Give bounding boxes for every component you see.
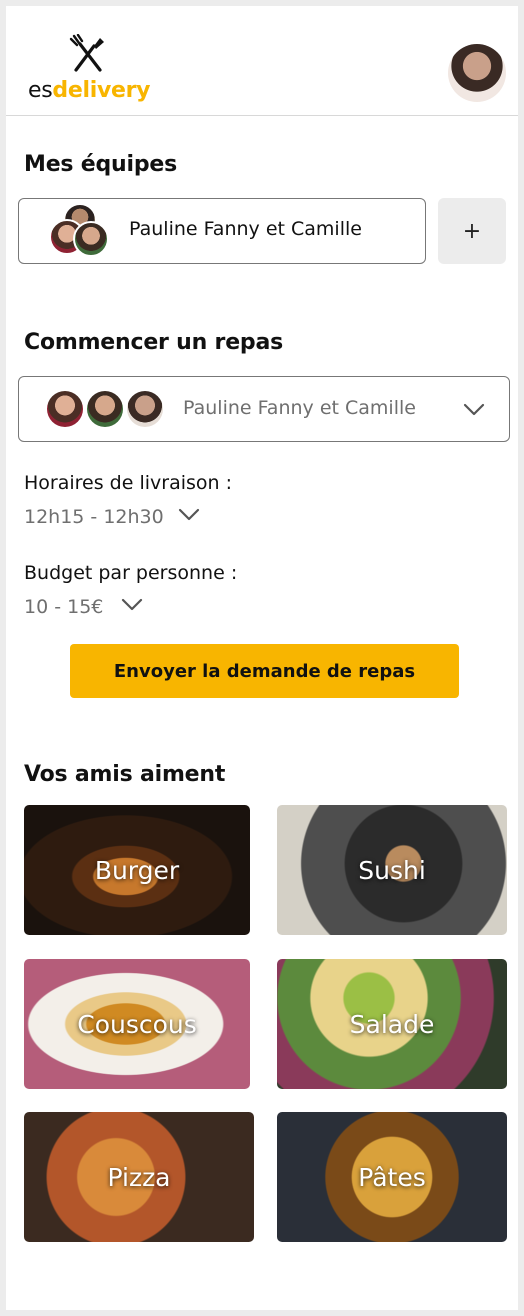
budget-label: Budget par personne : <box>24 562 238 584</box>
logo-wordmark: esdelivery <box>28 78 151 103</box>
fork-knife-icon <box>68 33 108 74</box>
cuisine-label: Couscous <box>77 1009 197 1039</box>
cuisine-label: Burger <box>94 855 180 885</box>
avatar <box>47 391 83 427</box>
chevron-down-icon[interactable] <box>121 598 143 612</box>
team-card[interactable]: Pauline Fanny et Camille <box>18 198 426 264</box>
budget-value[interactable]: 10 - 15€ <box>24 596 103 618</box>
team-avatars <box>49 203 113 259</box>
app-screen: esdelivery Mes équipes Pauline Fanny et … <box>6 6 518 1310</box>
chevron-down-icon <box>463 403 485 417</box>
avatar <box>73 221 109 257</box>
cuisine-card-couscous[interactable]: Couscous <box>24 959 250 1089</box>
delivery-time-value[interactable]: 12h15 - 12h30 <box>24 506 164 528</box>
avatar <box>127 391 163 427</box>
delivery-time-label: Horaires de livraison : <box>24 472 232 494</box>
team-name: Pauline Fanny et Camille <box>129 218 362 240</box>
send-meal-request-button[interactable]: Envoyer la demande de repas <box>70 644 459 698</box>
team-select-value: Pauline Fanny et Camille <box>183 397 416 419</box>
avatar <box>87 391 123 427</box>
profile-avatar[interactable] <box>448 44 506 102</box>
cuisine-card-pizza[interactable]: Pizza <box>24 1112 254 1242</box>
friends-like-title: Vos amis aiment <box>24 762 226 787</box>
add-team-button[interactable]: + <box>438 198 506 264</box>
chevron-down-icon[interactable] <box>178 508 200 522</box>
cuisine-label: Sushi <box>358 855 426 885</box>
cuisine-label: Salade <box>349 1009 435 1039</box>
start-meal-title: Commencer un repas <box>24 330 284 355</box>
cuisine-card-burger[interactable]: Burger <box>24 805 250 935</box>
team-select[interactable]: Pauline Fanny et Camille <box>18 376 510 442</box>
cuisine-card-salade[interactable]: Salade <box>277 959 507 1089</box>
teams-title: Mes équipes <box>24 152 178 177</box>
logo[interactable]: esdelivery <box>28 33 158 104</box>
cuisine-card-pates[interactable]: Pâtes <box>277 1112 507 1242</box>
cuisine-label: Pâtes <box>358 1162 426 1192</box>
app-header: esdelivery <box>6 6 518 116</box>
cuisine-card-sushi[interactable]: Sushi <box>277 805 507 935</box>
cuisine-label: Pizza <box>107 1162 171 1192</box>
